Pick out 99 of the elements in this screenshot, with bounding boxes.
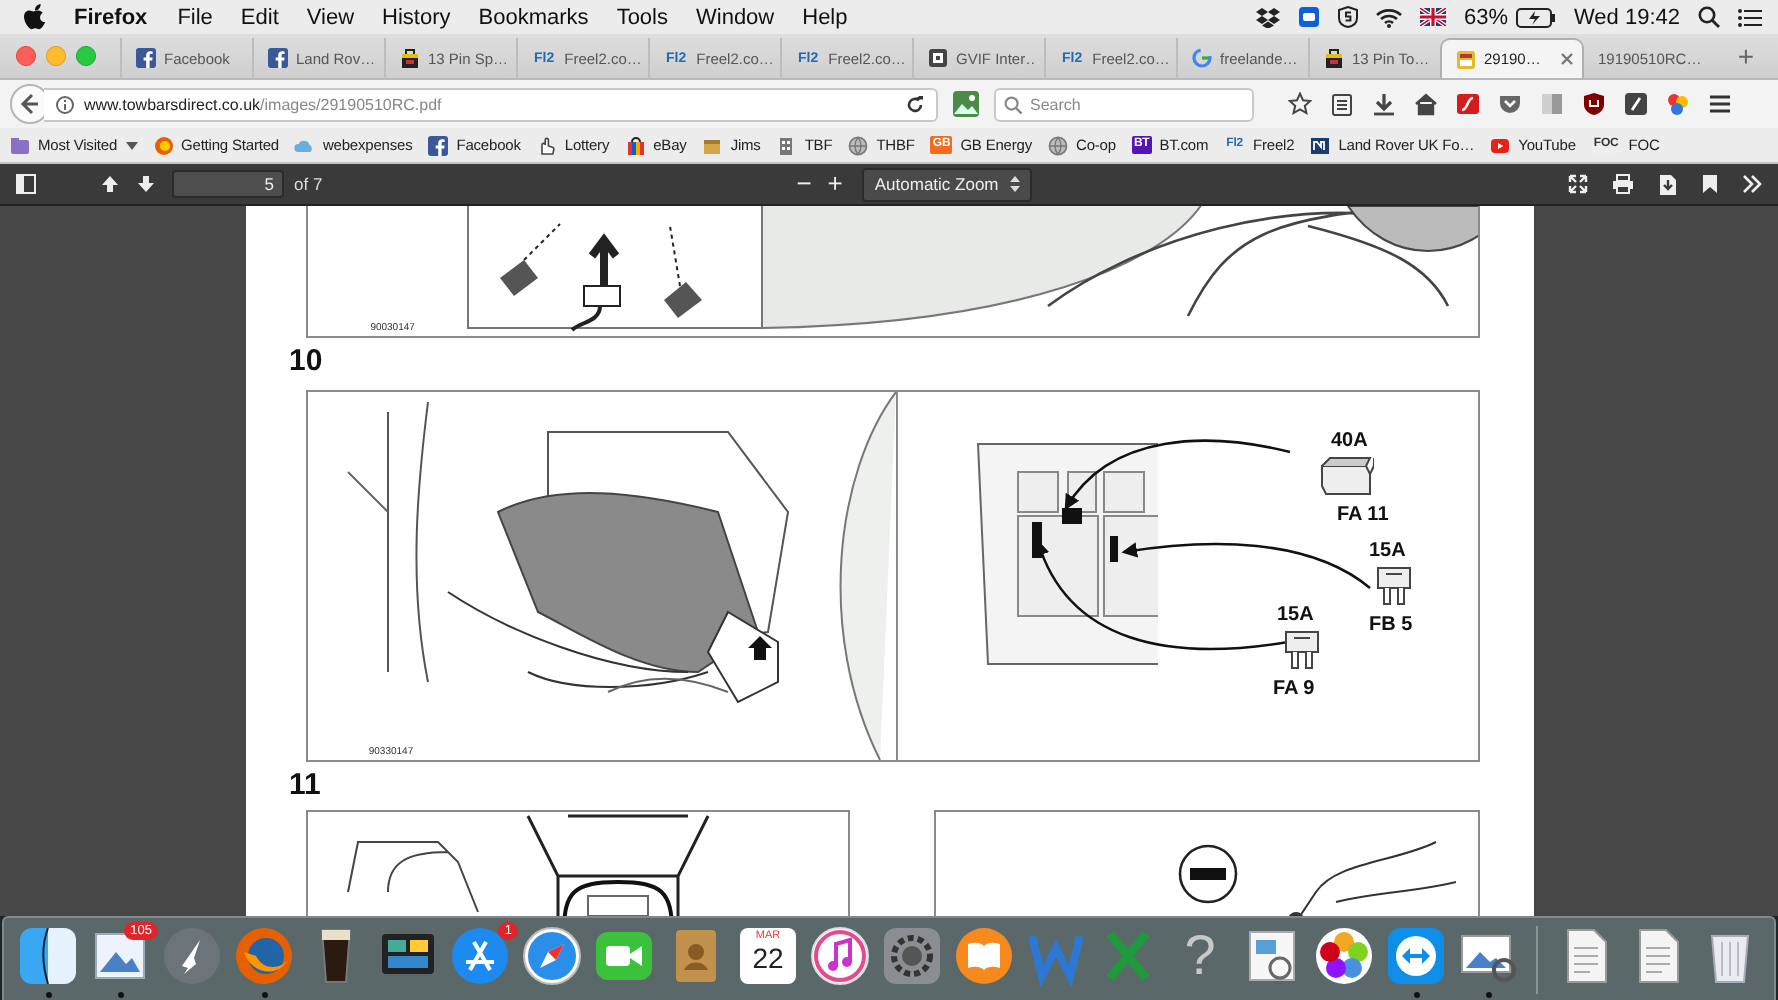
facebook-icon: [268, 48, 288, 68]
fuse-code: FA 9: [1273, 678, 1315, 700]
page-count: of 7: [294, 174, 323, 194]
star-icon[interactable]: [1288, 92, 1312, 116]
sidebar-icon[interactable]: [16, 174, 36, 194]
teamviewer-icon[interactable]: [1297, 6, 1320, 28]
menu-item[interactable]: Bookmarks: [478, 5, 589, 29]
running-indicator: [1485, 991, 1491, 997]
search-field[interactable]: Search: [994, 87, 1254, 121]
shop-icon: [1324, 48, 1344, 68]
compass-icon[interactable]: [520, 923, 584, 987]
running-indicator: [45, 991, 51, 997]
updown-caret-icon: [1010, 176, 1021, 192]
g-logo-icon: [1192, 48, 1212, 68]
shop-icon: [400, 48, 420, 68]
building-icon: [776, 135, 797, 155]
box-icon: [702, 135, 723, 155]
mini-fuse-icon: [1281, 628, 1321, 672]
battery-icon[interactable]: [1515, 7, 1556, 27]
clock[interactable]: Wed 19:42: [1573, 5, 1680, 29]
home-icon[interactable]: [1414, 92, 1438, 116]
up-arrow-icon[interactable]: [100, 174, 120, 194]
app-menu[interactable]: Firefox: [74, 5, 148, 29]
reload-icon[interactable]: [906, 95, 924, 113]
down-arrow-icon[interactable]: [136, 174, 156, 194]
facebook-icon: [428, 135, 449, 155]
menu-item[interactable]: Tools: [616, 5, 668, 29]
address-field[interactable]: www.towbarsdirect.co.uk/images/29190510RC.pdf: [44, 87, 938, 121]
photo-app-icon[interactable]: [952, 90, 980, 118]
fuse-code: FB 5: [1369, 614, 1413, 636]
new-tab-button[interactable]: +: [1725, 40, 1766, 72]
pocket-icon[interactable]: [1498, 92, 1522, 116]
fullscreen-icon[interactable]: [1568, 174, 1588, 194]
flag-icon[interactable]: [1419, 8, 1446, 26]
hand-icon: [536, 135, 557, 155]
menu-item[interactable]: Help: [802, 5, 848, 29]
download-icon[interactable]: [1372, 92, 1396, 116]
running-indicator: [1413, 991, 1419, 997]
flower-icon[interactable]: [1312, 923, 1376, 987]
shopping-bag-icon: [625, 135, 646, 155]
colorful-app-icon[interactable]: [1666, 92, 1690, 116]
menu-item[interactable]: File: [177, 5, 213, 29]
mini-fuse-icon: [1373, 564, 1413, 608]
folder-icon: [10, 135, 30, 155]
bookmark-icon[interactable]: [1702, 174, 1718, 194]
rocket-icon[interactable]: [160, 923, 224, 987]
fuse-code: FA 11: [1337, 504, 1389, 526]
fuse-rating: 40A: [1331, 430, 1368, 452]
arrows-tile-icon[interactable]: [1384, 923, 1448, 987]
square-logo-icon: [928, 48, 948, 68]
running-indicator: [117, 991, 123, 997]
search-icon[interactable]: [1698, 6, 1720, 28]
zoom-select[interactable]: Automatic Zoom: [862, 167, 1033, 201]
menu-item[interactable]: View: [306, 5, 355, 29]
menu-icon[interactable]: [1708, 92, 1732, 116]
menu-item[interactable]: Window: [696, 5, 775, 29]
fuse-rating: 15A: [1369, 540, 1406, 562]
cloud-icon: [294, 135, 315, 155]
step-number: 11: [289, 768, 321, 802]
globe-icon: [848, 135, 869, 155]
dropbox-icon[interactable]: [1255, 7, 1280, 27]
fuse-rating: 15A: [1277, 604, 1314, 626]
globe-fox-icon: [153, 135, 174, 155]
globe-icon: [1048, 135, 1068, 155]
play-icon: [1490, 135, 1511, 155]
info-icon[interactable]: [56, 95, 74, 113]
reader-icon[interactable]: [1540, 92, 1564, 116]
pdf-document-icon: [1456, 49, 1476, 69]
step-number: 10: [289, 344, 323, 378]
apple-menu-icon[interactable]: [24, 4, 46, 30]
wifi-icon[interactable]: [1375, 7, 1402, 27]
music-note-icon[interactable]: [808, 923, 872, 987]
app-store-icon[interactable]: [448, 923, 512, 987]
book-icon[interactable]: [952, 923, 1016, 987]
flag-icon: [1310, 135, 1331, 155]
gear-icon[interactable]: [880, 923, 944, 987]
zoom-in-button[interactable]: +: [819, 170, 851, 198]
lastpass-icon[interactable]: [1624, 92, 1648, 116]
page-number-field[interactable]: 5: [172, 170, 284, 198]
close-icon[interactable]: [1560, 52, 1574, 66]
facebook-icon: [136, 48, 156, 68]
battery-percentage: 63%: [1463, 5, 1508, 29]
list-icon[interactable]: [1738, 7, 1762, 27]
menu-item[interactable]: Edit: [240, 5, 279, 29]
search-icon: [1004, 95, 1022, 113]
ublock-icon[interactable]: [1582, 92, 1606, 116]
clipboard-icon[interactable]: [1330, 92, 1354, 116]
tools-icon[interactable]: [1742, 174, 1762, 194]
maxi-fuse-icon: [1317, 454, 1373, 498]
print-icon[interactable]: [1612, 174, 1634, 194]
close-window-icon[interactable]: [16, 46, 36, 66]
running-indicator: [261, 991, 267, 997]
download-icon[interactable]: [1658, 173, 1678, 195]
caret-icon: [125, 141, 138, 149]
zoom-out-button[interactable]: −: [788, 170, 820, 198]
flash-icon[interactable]: [1456, 92, 1480, 116]
shield-icon[interactable]: [1337, 6, 1358, 28]
url-text: www.towbarsdirect.co.uk/images/29190510RC.pdf: [84, 95, 444, 113]
menu-item[interactable]: History: [382, 5, 451, 29]
